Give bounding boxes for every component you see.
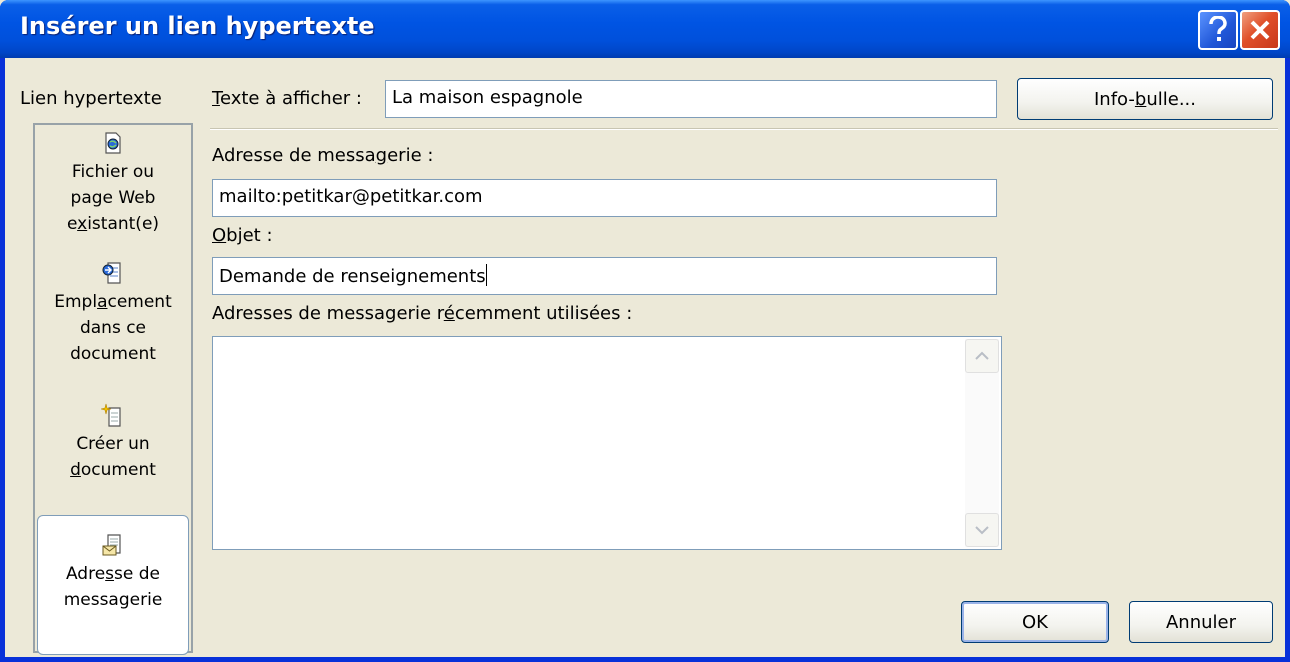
display-text-label: Texte à afficher :	[212, 88, 362, 109]
title-bar[interactable]: Insérer un lien hypertexte	[0, 0, 1290, 58]
recent-addresses-label: Adresses de messagerie récemment utilisé…	[212, 303, 633, 324]
text-caret	[485, 264, 487, 286]
sidebar-item-label: document	[70, 460, 156, 480]
sidebar-item-label: document	[70, 344, 156, 364]
separator	[210, 128, 1278, 130]
dialog-title: Insérer un lien hypertexte	[20, 12, 375, 40]
subject-label: Objet :	[212, 225, 273, 246]
question-mark-icon	[1209, 16, 1227, 41]
email-address-icon	[102, 534, 121, 556]
tooltip-button-label: Info-bulle...	[1094, 88, 1196, 110]
email-address-label: Adresse de messagerie :	[212, 145, 434, 166]
close-button[interactable]	[1240, 10, 1280, 50]
recent-addresses-list[interactable]	[212, 336, 1002, 550]
sidebar-item-label: Fichier ou	[71, 162, 155, 182]
sidebar-item-label: existant(e)	[66, 214, 160, 234]
chevron-up-icon	[975, 351, 989, 360]
new-document-icon	[101, 403, 121, 427]
ok-button[interactable]: OK	[961, 601, 1109, 643]
document-place-icon	[102, 262, 121, 284]
link-type-heading: Lien hypertexte	[20, 88, 162, 109]
close-icon	[1250, 20, 1270, 40]
file-web-icon	[105, 132, 121, 154]
sidebar-item-label: messagerie	[63, 590, 163, 610]
sidebar-item-label: Adresse de	[65, 564, 161, 584]
sidebar-item-email-address[interactable]: Adresse de messagerie	[35, 533, 191, 613]
sidebar-item-label: Créer un	[76, 434, 150, 454]
link-type-bar: Fichier ou page Web existant(e) Emplacem…	[33, 123, 193, 655]
help-button[interactable]	[1198, 10, 1238, 50]
sidebar-item-label: page Web	[70, 188, 156, 208]
scroll-down-button[interactable]	[965, 513, 999, 547]
cancel-button[interactable]: Annuler	[1129, 601, 1273, 643]
display-text-input[interactable]: La maison espagnole	[385, 80, 997, 118]
tooltip-button[interactable]: Info-bulle...	[1017, 78, 1273, 120]
dialog-window: Insérer un lien hypertexte Lien hypertex…	[0, 0, 1290, 662]
scroll-up-button[interactable]	[965, 339, 999, 373]
vertical-scrollbar[interactable]	[965, 339, 999, 547]
sidebar-item-label: dans ce	[79, 318, 147, 338]
sidebar-item-label: Emplacement	[54, 292, 172, 312]
sidebar-item-existing-file[interactable]: Fichier ou page Web existant(e)	[35, 131, 191, 237]
sidebar-item-place-in-document[interactable]: Emplacement dans ce document	[35, 261, 191, 367]
chevron-down-icon	[975, 526, 989, 535]
subject-input[interactable]: Demande de renseignements	[212, 257, 997, 295]
email-address-input[interactable]: mailto:petitkar@petitkar.com	[212, 179, 997, 217]
sidebar-item-new-document[interactable]: Créer un document	[35, 403, 191, 483]
subject-value: Demande de renseignements	[219, 266, 486, 287]
dialog-body: Lien hypertexte Fichier ou page Web exis…	[5, 58, 1285, 657]
